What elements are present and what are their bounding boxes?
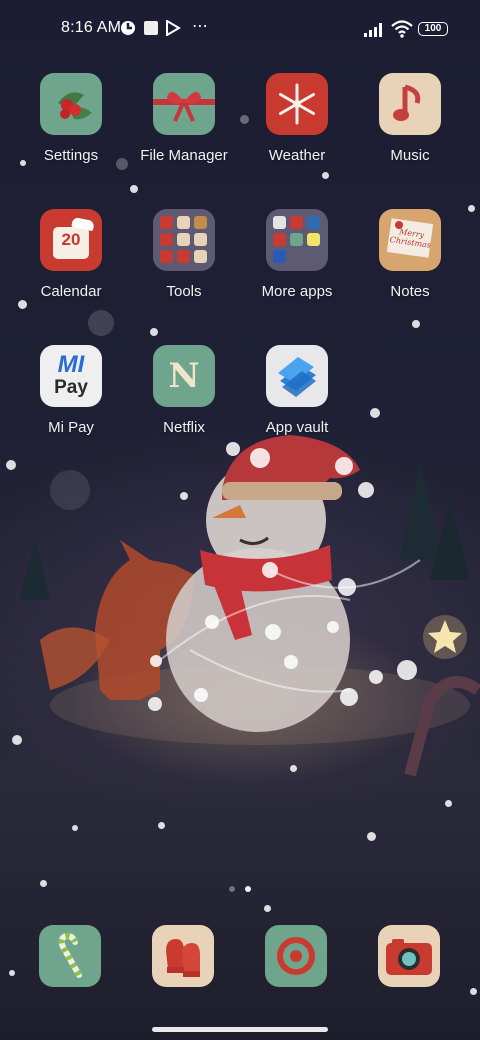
- gesture-home-bar[interactable]: [152, 1027, 328, 1032]
- netflix-logo: N: [168, 356, 200, 396]
- app-mi-pay[interactable]: MI Pay Mi Pay: [21, 345, 121, 436]
- app-weather[interactable]: Weather: [247, 73, 347, 164]
- chrome-app-icon[interactable]: [265, 925, 327, 987]
- page-dot-active: [245, 886, 251, 892]
- app-label: Netflix: [163, 419, 205, 436]
- app-notification-icon: [144, 21, 158, 35]
- app-label: Calendar: [40, 283, 102, 300]
- candy-cane-app-icon[interactable]: [39, 925, 101, 987]
- calendar-icon: 20: [40, 209, 102, 271]
- folder-icon: [153, 209, 215, 271]
- app-label: Notes: [390, 283, 430, 300]
- app-label: File Manager: [140, 147, 228, 164]
- data-saver-icon: [121, 21, 135, 35]
- folder-tools[interactable]: Tools: [134, 209, 234, 300]
- battery-indicator: 100: [418, 22, 448, 36]
- mi-pay-logo-top: MI: [57, 351, 85, 378]
- calendar-date: 20: [61, 230, 81, 249]
- folder-icon: [266, 209, 328, 271]
- app-label: Mi Pay: [48, 419, 94, 436]
- settings-holly-icon: [40, 73, 102, 135]
- mi-pay-icon: MI Pay: [40, 345, 102, 407]
- app-vault[interactable]: App vault: [247, 345, 347, 436]
- more-notifications-icon: ⋯: [192, 18, 209, 35]
- app-netflix[interactable]: N Netflix: [134, 345, 234, 436]
- weather-snowflake-icon: [266, 73, 328, 135]
- camera-app-icon[interactable]: [378, 925, 440, 987]
- app-label: Settings: [43, 147, 99, 164]
- app-vault-layers-icon: [266, 345, 328, 407]
- page-indicator[interactable]: [229, 879, 261, 897]
- app-settings[interactable]: Settings: [21, 73, 121, 164]
- mittens-app-icon[interactable]: [152, 925, 214, 987]
- app-music[interactable]: Music: [360, 73, 460, 164]
- app-calendar[interactable]: 20 Calendar: [21, 209, 121, 300]
- app-file-manager[interactable]: File Manager: [134, 73, 234, 164]
- wifi-icon: [391, 20, 413, 38]
- folder-more-apps[interactable]: More apps: [247, 209, 347, 300]
- netflix-icon: N: [153, 345, 215, 407]
- signal-icon: [364, 23, 382, 37]
- app-notes[interactable]: Merry Christmas Notes: [360, 209, 460, 300]
- app-label: Tools: [166, 283, 202, 300]
- status-bar: 8:16 AM ⋯ 100: [0, 14, 480, 42]
- file-manager-bow-icon: [153, 73, 215, 135]
- status-time: 8:16 AM: [61, 19, 122, 36]
- battery-level: 100: [424, 23, 442, 34]
- app-label: More apps: [261, 283, 333, 300]
- page-dot: [229, 886, 235, 892]
- play-store-icon: [166, 20, 181, 36]
- music-note-icon: [379, 73, 441, 135]
- app-label: App vault: [265, 419, 329, 436]
- app-label: Weather: [268, 147, 326, 164]
- notes-card-icon: Merry Christmas: [379, 209, 441, 271]
- app-label: Music: [390, 147, 430, 164]
- mi-pay-logo-bottom: Pay: [54, 377, 88, 398]
